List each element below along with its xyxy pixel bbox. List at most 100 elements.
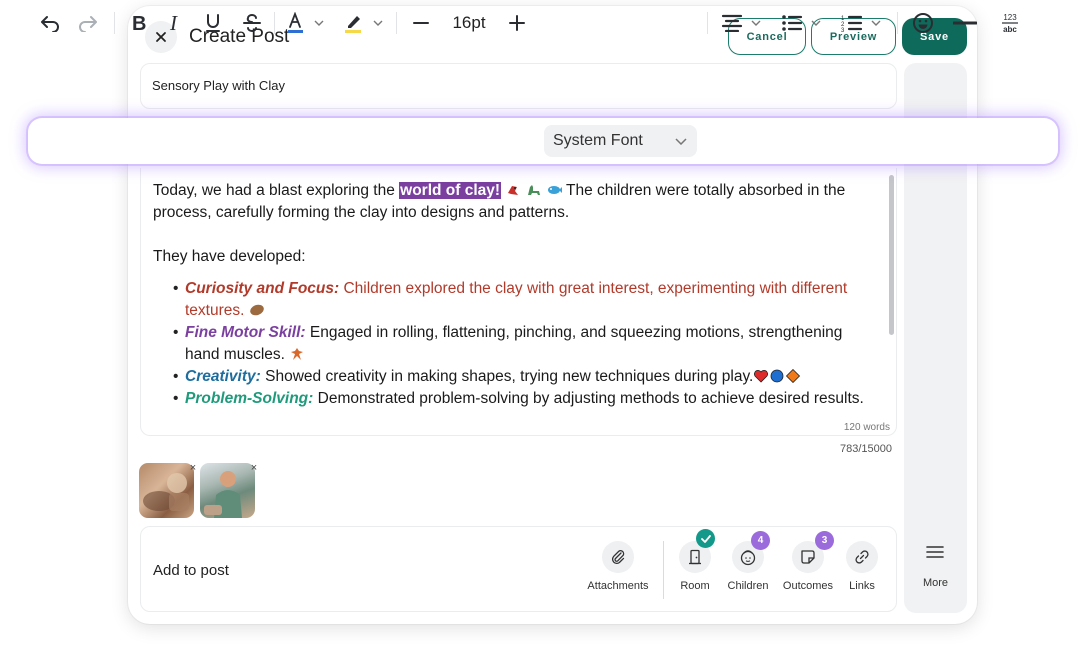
editor-scrollbar[interactable]	[889, 175, 894, 335]
paragraph-2: They have developed:	[153, 248, 306, 265]
toolbar-divider	[274, 12, 275, 34]
chevron-down-icon	[373, 17, 383, 29]
horizontal-rule-button[interactable]	[950, 0, 980, 46]
word-count: 120 words	[843, 422, 890, 433]
children-label: Children	[727, 580, 769, 592]
chevron-down-icon	[751, 17, 761, 29]
bird-emoji-icon	[508, 186, 519, 195]
italic-icon: I	[169, 13, 178, 33]
list-item: Problem-Solving: Demonstrated problem-so…	[173, 388, 881, 410]
list-item: Fine Motor Skill: Engaged in rolling, fl…	[173, 322, 881, 366]
attachments-label: Attachments	[587, 580, 649, 592]
underline-icon	[206, 14, 220, 32]
blue-circle-emoji-icon	[770, 369, 784, 383]
links-action[interactable]: Links	[842, 541, 882, 592]
door-icon	[689, 549, 701, 565]
bullet-list-button[interactable]	[776, 0, 826, 46]
list-item-label: Fine Motor Skill:	[185, 324, 306, 341]
horizontal-rule-icon	[953, 21, 977, 25]
heart-emoji-icon	[754, 370, 769, 383]
outcomes-label: Outcomes	[782, 580, 834, 592]
paperclip-icon	[611, 550, 625, 565]
hamburger-menu-icon[interactable]	[926, 543, 944, 564]
decrease-size-icon	[413, 22, 429, 24]
list-item: Creativity: Showed creativity in making …	[173, 366, 881, 388]
list-item-label: Problem-Solving:	[185, 390, 314, 407]
character-count: 783/15000	[840, 443, 892, 455]
chevron-down-icon	[871, 17, 881, 29]
links-label: Links	[849, 580, 875, 592]
formatting-toolbar	[28, 118, 1058, 164]
chevron-down-icon	[314, 17, 324, 29]
bold-button[interactable]: B	[126, 0, 152, 46]
undo-icon	[41, 16, 59, 32]
svg-text:abc: abc	[1003, 25, 1017, 34]
redo-button[interactable]	[74, 0, 102, 46]
align-button[interactable]	[716, 0, 766, 46]
child-face-icon	[740, 550, 756, 566]
list-item-label: Curiosity and Focus:	[185, 280, 340, 297]
list-item-text: Demonstrated problem-solving by adjustin…	[313, 390, 864, 407]
font-family-value: System Font	[553, 132, 643, 149]
list-item: Curiosity and Focus: Children explored t…	[173, 278, 881, 322]
svg-text:3: 3	[841, 28, 845, 32]
highlight-color-button[interactable]	[338, 0, 388, 46]
children-count-badge: 4	[751, 531, 770, 550]
undo-button[interactable]	[36, 0, 64, 46]
highlighted-text: world of clay!	[399, 182, 502, 199]
list-item-label: Creativity:	[185, 368, 261, 385]
remove-attachment-button[interactable]: ×	[186, 461, 200, 475]
bullet-list-icon	[782, 15, 803, 31]
emoji-button[interactable]	[908, 0, 938, 46]
remove-attachment-button[interactable]: ×	[247, 461, 261, 475]
more-label[interactable]: More	[904, 577, 967, 589]
svg-text:123: 123	[1003, 13, 1017, 22]
numbered-list-button[interactable]: 123	[836, 0, 886, 46]
redo-icon	[79, 16, 97, 32]
editor-content[interactable]: Today, we had a blast exploring the worl…	[153, 180, 881, 410]
note-icon	[801, 550, 815, 564]
font-size-value[interactable]: 16pt	[444, 0, 494, 46]
font-family-select[interactable]: System Font	[544, 125, 697, 157]
strikethrough-button[interactable]	[238, 0, 266, 46]
increase-size-button[interactable]	[504, 0, 530, 46]
potato-emoji-icon	[249, 304, 264, 316]
post-body-editor[interactable]: Today, we had a blast exploring the worl…	[140, 168, 897, 436]
underline-button[interactable]	[200, 0, 226, 46]
decrease-size-button[interactable]	[408, 0, 434, 46]
toolbar-divider	[396, 12, 397, 34]
link-icon	[855, 550, 869, 564]
text-case-button[interactable]: 123 abc	[994, 0, 1026, 46]
text-case-icon: 123 abc	[1002, 13, 1018, 34]
svg-text:B: B	[132, 13, 146, 33]
add-to-post-label: Add to post	[153, 562, 229, 579]
chevron-down-icon	[811, 17, 821, 29]
outcomes-count-badge: 3	[815, 531, 834, 550]
toolbar-divider	[707, 12, 708, 34]
gingerbread-emoji-icon	[291, 348, 304, 360]
room-selected-check-icon	[696, 529, 715, 548]
action-divider	[663, 541, 664, 599]
post-title-input[interactable]: Sensory Play with Clay	[152, 78, 285, 93]
dinosaur-emoji-icon	[527, 185, 540, 195]
svg-text:I: I	[169, 13, 178, 33]
paragraph-1-start: Today, we had a blast exploring the	[153, 182, 400, 199]
skills-list: Curiosity and Focus: Children explored t…	[153, 278, 881, 410]
list-item-text: Showed creativity in making shapes, tryi…	[260, 368, 754, 385]
room-action[interactable]: Room	[675, 541, 715, 592]
chevron-down-icon	[675, 134, 687, 148]
highlight-icon	[345, 16, 361, 33]
fish-emoji-icon	[548, 186, 562, 194]
toolbar-divider	[897, 12, 898, 34]
italic-button[interactable]: I	[162, 0, 188, 46]
text-color-icon	[288, 12, 303, 33]
strikethrough-icon	[243, 14, 261, 32]
toolbar-divider	[114, 12, 115, 34]
text-color-button[interactable]	[284, 0, 326, 46]
emoji-icon	[913, 13, 933, 33]
bold-icon: B	[132, 13, 146, 33]
orange-diamond-emoji-icon	[786, 369, 801, 383]
align-center-icon	[721, 14, 743, 32]
increase-size-icon	[509, 15, 525, 31]
attachments-action[interactable]: Attachments	[586, 541, 650, 592]
